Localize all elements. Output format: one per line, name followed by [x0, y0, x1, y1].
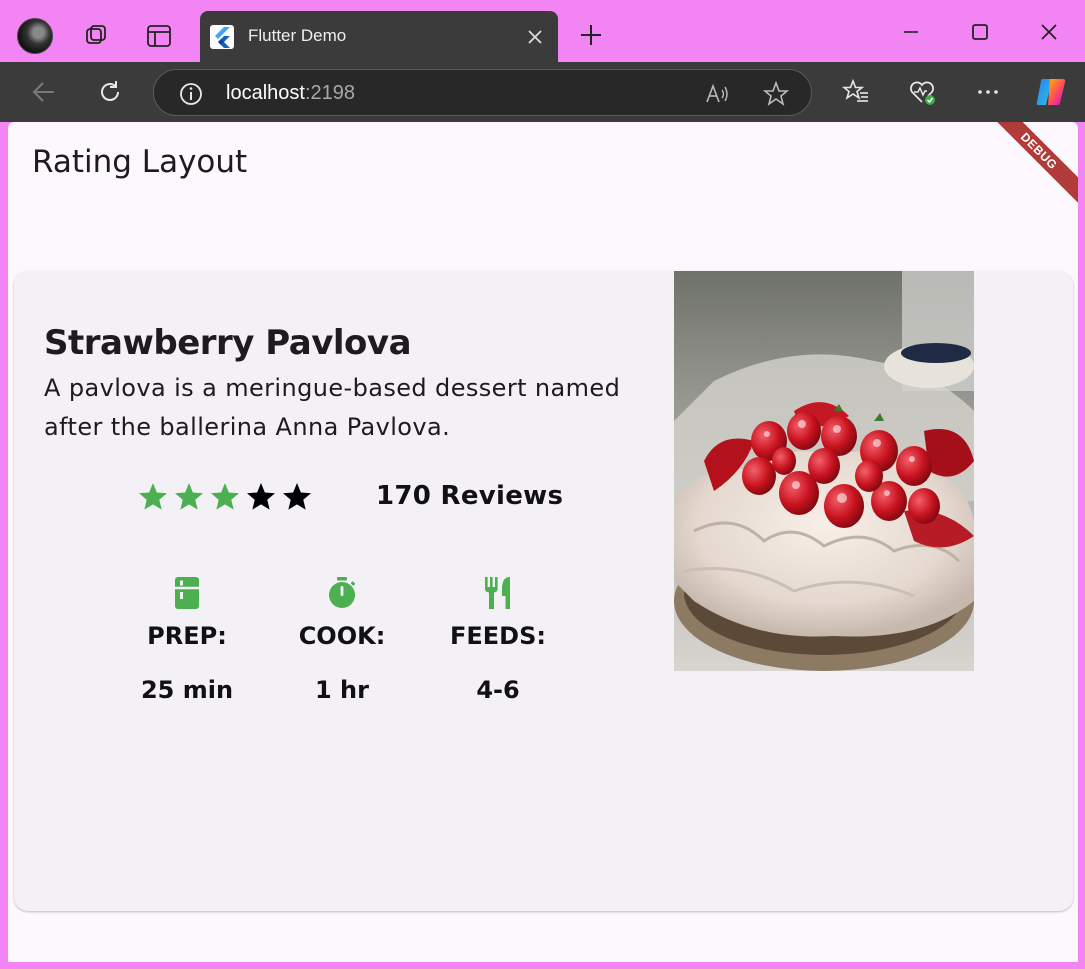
flutter-icon — [210, 25, 234, 49]
app-bar-title: Rating Layout — [32, 144, 248, 180]
star-icon — [283, 483, 311, 510]
back-icon[interactable] — [30, 78, 58, 106]
cook-value: 1 hr — [315, 676, 369, 704]
favorites-icon[interactable] — [842, 78, 870, 106]
tab-title: Flutter Demo — [248, 26, 347, 45]
maximize-icon[interactable] — [968, 20, 992, 44]
tab-actions-icon[interactable] — [145, 22, 173, 50]
recipe-description: A pavlova is a meringue-based dessert na… — [44, 374, 621, 441]
new-tab-icon[interactable] — [578, 22, 604, 48]
star-icon — [175, 483, 203, 510]
browser-title-bar: Flutter Demo — [0, 0, 1085, 62]
feeds-info: FEEDS: 4-6 — [428, 576, 568, 704]
browser-tab[interactable]: Flutter Demo — [200, 11, 558, 62]
copilot-icon[interactable] — [1034, 75, 1068, 109]
star-icon — [247, 483, 275, 510]
pavlova-photo — [674, 271, 974, 671]
star-icon — [211, 483, 239, 510]
recipe-title: Strawberry Pavlova — [44, 323, 412, 363]
review-count: 170 Reviews — [376, 481, 564, 511]
info-icon[interactable] — [178, 81, 204, 107]
cook-info: COOK: 1 hr — [272, 576, 412, 704]
refresh-icon[interactable] — [96, 78, 124, 106]
url-text: localhost:2198 — [226, 82, 355, 105]
debug-banner: DEBUG — [979, 122, 1078, 211]
workspaces-icon[interactable] — [82, 22, 110, 50]
timer-icon — [329, 577, 356, 608]
browser-essentials-icon[interactable] — [908, 78, 936, 106]
url-port: :2198 — [304, 82, 355, 104]
feeds-label: FEEDS: — [450, 622, 546, 650]
close-tab-icon[interactable] — [526, 28, 544, 46]
kitchen-icon — [175, 577, 199, 609]
address-bar[interactable]: localhost:2198 — [153, 69, 812, 116]
restaurant-icon — [485, 577, 510, 609]
profile-avatar[interactable] — [17, 18, 53, 54]
prep-value: 25 min — [140, 676, 234, 704]
minimize-icon[interactable] — [899, 20, 923, 44]
more-options-icon[interactable] — [974, 78, 1002, 106]
prep-info: PREP: 25 min — [117, 576, 257, 704]
favorite-star-icon[interactable] — [763, 81, 789, 107]
flutter-app-page: Rating Layout DEBUG Strawberry Pavlova A… — [8, 122, 1078, 962]
browser-toolbar: localhost:2198 — [0, 62, 1085, 122]
feeds-value: 4-6 — [476, 676, 520, 704]
recipe-card: Strawberry Pavlova A pavlova is a mering… — [14, 271, 1073, 911]
star-icon — [139, 483, 167, 510]
prep-label: PREP: — [147, 622, 227, 650]
url-host: localhost — [226, 82, 305, 104]
cook-label: COOK: — [298, 622, 386, 650]
close-window-icon[interactable] — [1037, 20, 1061, 44]
read-aloud-icon[interactable] — [704, 81, 730, 107]
